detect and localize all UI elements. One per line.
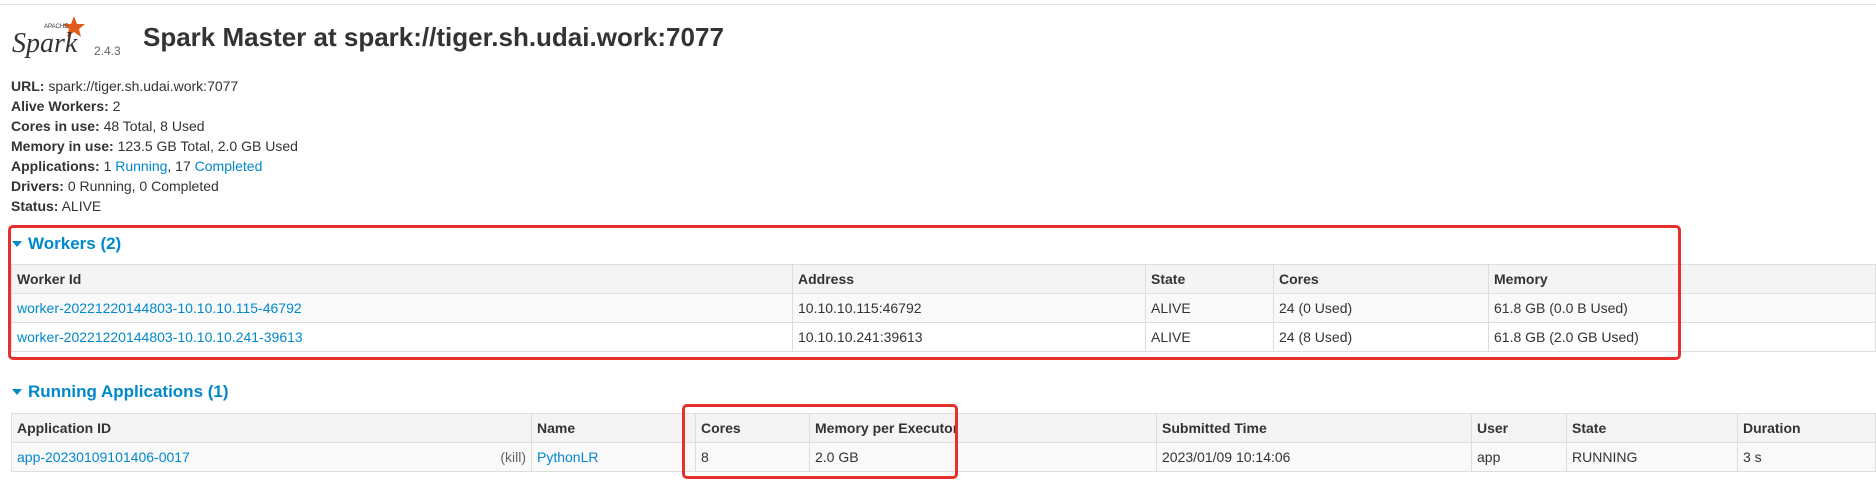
summary-memory: Memory in use: 123.5 GB Total, 2.0 GB Us… xyxy=(11,138,298,154)
app-user: app xyxy=(1471,442,1567,472)
col-name[interactable]: Name xyxy=(531,413,696,443)
worker-address: 10.10.10.115:46792 xyxy=(792,293,1146,323)
col-duration[interactable]: Duration xyxy=(1737,413,1876,443)
worker-memory: 61.8 GB (0.0 B Used) xyxy=(1488,293,1876,323)
summary-applications: Applications: 1 Running, 17 Completed xyxy=(11,158,263,174)
col-user[interactable]: User xyxy=(1471,413,1567,443)
app-state: RUNNING xyxy=(1566,442,1738,472)
summary-drivers: Drivers: 0 Running, 0 Completed xyxy=(11,178,219,194)
summary-url: URL: spark://tiger.sh.udai.work:7077 xyxy=(11,78,239,94)
col-memory-per-executor[interactable]: Memory per Executor xyxy=(809,413,1157,443)
summary-list: URL: spark://tiger.sh.udai.work:7077 Ali… xyxy=(11,76,298,216)
app-cores: 8 xyxy=(695,442,810,472)
page-title: Spark Master at spark://tiger.sh.udai.wo… xyxy=(143,22,724,52)
app-name-link[interactable]: PythonLR xyxy=(537,449,598,465)
page-header: Spark APACHE 2.4.3 xyxy=(10,14,121,60)
worker-address: 10.10.10.241:39613 xyxy=(792,322,1146,352)
worker-id-link[interactable]: worker-20221220144803-10.10.10.115-46792 xyxy=(17,300,302,316)
col-state[interactable]: State xyxy=(1566,413,1738,443)
running-apps-table: Application ID Name Cores Memory per Exe… xyxy=(11,413,1876,472)
app-submitted-time: 2023/01/09 10:14:06 xyxy=(1156,442,1472,472)
col-state[interactable]: State xyxy=(1145,264,1274,294)
svg-text:APACHE: APACHE xyxy=(44,24,68,30)
workers-section-toggle[interactable]: Workers (2) xyxy=(12,234,121,254)
app-memory-per-executor: 2.0 GB xyxy=(809,442,1157,472)
col-memory[interactable]: Memory xyxy=(1488,264,1876,294)
spark-logo-icon: Spark APACHE xyxy=(12,16,85,59)
app-duration: 3 s xyxy=(1737,442,1876,472)
summary-alive-workers: Alive Workers: 2 xyxy=(11,98,121,114)
workers-table: Worker Id Address State Cores Memory wor… xyxy=(11,264,1876,352)
worker-state: ALIVE xyxy=(1145,293,1274,323)
summary-cores: Cores in use: 48 Total, 8 Used xyxy=(11,118,205,134)
worker-cores: 24 (0 Used) xyxy=(1273,293,1489,323)
kill-app-link[interactable]: (kill) xyxy=(500,449,526,465)
col-submitted-time[interactable]: Submitted Time xyxy=(1156,413,1472,443)
col-cores[interactable]: Cores xyxy=(695,413,810,443)
table-row: app-20230109101406-0017 (kill) PythonLR … xyxy=(11,442,1876,472)
app-id-link[interactable]: app-20230109101406-0017 xyxy=(17,449,190,465)
completed-apps-link[interactable]: Completed xyxy=(195,158,263,174)
svg-text:Spark: Spark xyxy=(12,28,78,59)
table-row: worker-20221220144803-10.10.10.115-46792… xyxy=(11,293,1876,323)
collapse-arrow-icon xyxy=(12,241,22,247)
summary-status: Status: ALIVE xyxy=(11,198,102,214)
running-apps-section-toggle[interactable]: Running Applications (1) xyxy=(12,382,229,402)
running-apps-section-title: Running Applications (1) xyxy=(28,382,229,401)
version-label: 2.4.3 xyxy=(94,44,121,58)
col-cores[interactable]: Cores xyxy=(1273,264,1489,294)
workers-section-title: Workers (2) xyxy=(28,234,122,253)
col-application-id[interactable]: Application ID xyxy=(11,413,532,443)
table-row: worker-20221220144803-10.10.10.241-39613… xyxy=(11,322,1876,352)
collapse-arrow-icon xyxy=(12,389,22,395)
worker-id-link[interactable]: worker-20221220144803-10.10.10.241-39613 xyxy=(17,329,303,345)
worker-cores: 24 (8 Used) xyxy=(1273,322,1489,352)
worker-memory: 61.8 GB (2.0 GB Used) xyxy=(1488,322,1876,352)
worker-state: ALIVE xyxy=(1145,322,1274,352)
spark-logo[interactable]: Spark APACHE 2.4.3 xyxy=(10,14,121,60)
top-divider xyxy=(0,4,1876,5)
col-address[interactable]: Address xyxy=(792,264,1146,294)
running-apps-link[interactable]: Running xyxy=(115,158,167,174)
col-worker-id[interactable]: Worker Id xyxy=(11,264,793,294)
